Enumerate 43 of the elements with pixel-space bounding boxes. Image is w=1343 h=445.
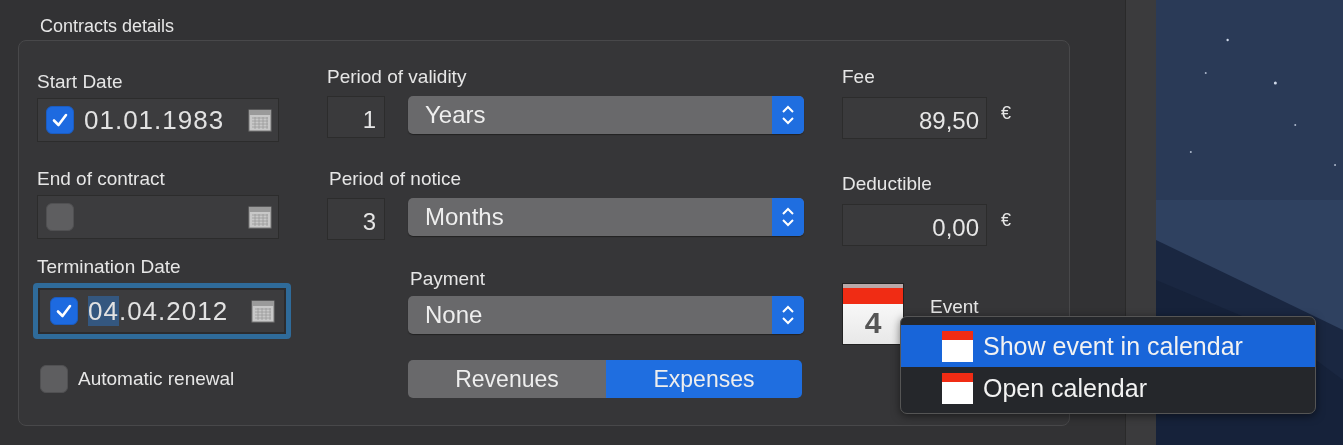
calendar-icon[interactable] bbox=[248, 205, 272, 229]
calendar-icon bbox=[942, 372, 973, 404]
field-label: Fee bbox=[842, 66, 875, 88]
payment-dropdown[interactable]: None bbox=[408, 296, 804, 334]
field-label: Period of validity bbox=[327, 66, 467, 88]
amount-field[interactable]: 0,00 bbox=[842, 204, 987, 246]
segment-tab[interactable]: Expenses bbox=[606, 360, 802, 398]
calendar-icon bbox=[942, 330, 973, 362]
field-label: Deductible bbox=[842, 173, 932, 195]
field-label: End of contract bbox=[37, 168, 165, 190]
date-text: 04.04.2012 bbox=[88, 295, 229, 327]
date-text: 01.01.1983 bbox=[84, 104, 225, 136]
field-label: Payment bbox=[410, 268, 485, 290]
field-label: Start Date bbox=[37, 71, 123, 93]
calendar-icon[interactable] bbox=[251, 299, 275, 323]
chevron-icon bbox=[772, 296, 804, 334]
menu-item[interactable]: Show event in calendar bbox=[901, 325, 1315, 367]
checkbox[interactable] bbox=[46, 106, 74, 134]
segment-tab[interactable]: Revenues bbox=[408, 360, 606, 398]
chevron-icon bbox=[772, 198, 804, 236]
event-label: Event bbox=[930, 296, 979, 318]
checkbox-label: Automatic renewal bbox=[78, 368, 235, 390]
section-title: Contracts details bbox=[40, 15, 176, 38]
field-label: Period of notice bbox=[329, 168, 462, 190]
field-label: Termination Date bbox=[37, 256, 181, 278]
date-field[interactable] bbox=[37, 195, 279, 239]
checkbox[interactable] bbox=[46, 203, 74, 231]
number-field[interactable]: 3 bbox=[327, 198, 385, 240]
number-field[interactable]: 1 bbox=[327, 96, 385, 138]
unit-dropdown[interactable]: Months bbox=[408, 198, 804, 236]
calendar-icon[interactable]: 4 bbox=[842, 283, 904, 345]
checkbox[interactable] bbox=[50, 297, 78, 325]
day-number: 4 bbox=[864, 306, 882, 341]
date-field[interactable]: 04.04.2012 bbox=[33, 283, 291, 339]
chevron-icon bbox=[772, 96, 804, 134]
date-field[interactable]: 01.01.1983 bbox=[37, 98, 279, 142]
menu-item[interactable]: Open calendar bbox=[901, 367, 1315, 409]
calendar-icon[interactable] bbox=[248, 108, 272, 132]
unit-dropdown[interactable]: Years bbox=[408, 96, 804, 134]
currency-label: € bbox=[1001, 103, 1011, 124]
currency-label: € bbox=[1001, 210, 1011, 231]
amount-field[interactable]: 89,50 bbox=[842, 97, 987, 139]
checkbox[interactable] bbox=[40, 365, 68, 393]
